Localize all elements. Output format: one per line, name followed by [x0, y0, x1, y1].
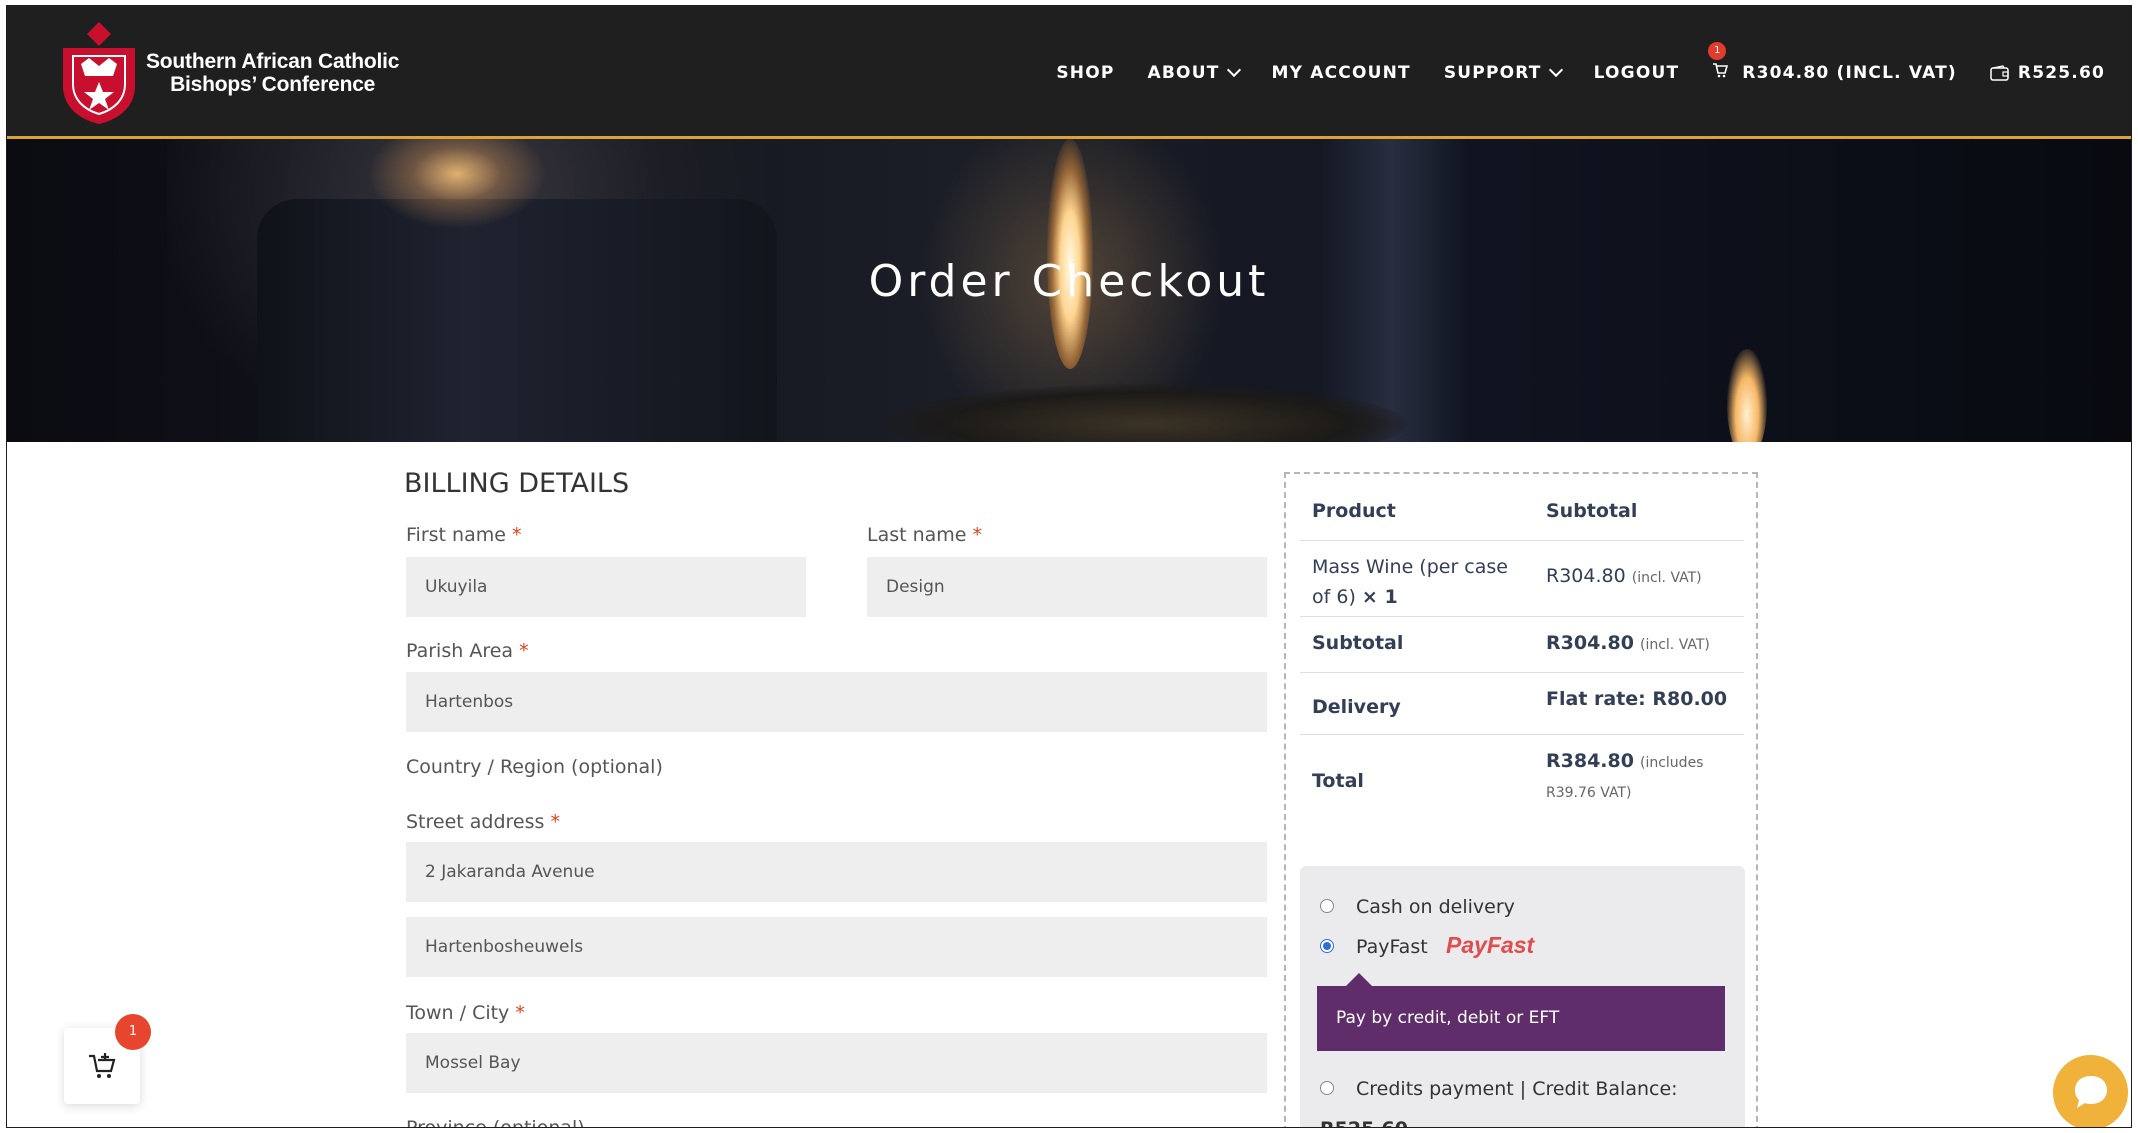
total-note-line2: R39.76 VAT): [1546, 785, 1632, 801]
payfast-description: Pay by credit, debit or EFT: [1317, 986, 1725, 1051]
chevron-down-icon: [1226, 62, 1241, 78]
order-delivery-row: Delivery Flat rate: R80.00: [1300, 672, 1744, 735]
parish-area-label: Parish Area *: [406, 640, 529, 662]
first-name-label-text: First name: [406, 524, 506, 546]
parish-area-field[interactable]: Hartenbos: [406, 672, 1267, 732]
required-mark: *: [511, 524, 522, 546]
first-name-label: First name *: [406, 524, 521, 546]
incl-vat-note: (incl. VAT): [1640, 637, 1710, 653]
hero-candle-left: [257, 199, 777, 442]
country-region-label: Country / Region (optional): [406, 756, 663, 778]
cart-count-badge: 1: [1708, 42, 1727, 60]
page-title: Order Checkout: [868, 256, 1270, 307]
sacbc-logo[interactable]: [59, 20, 139, 126]
required-mark: *: [550, 811, 560, 833]
total-note-line1: (includes: [1640, 755, 1704, 771]
total-value: R384.80 (includes R39.76 VAT): [1546, 746, 1703, 808]
hero-flame: [1047, 139, 1093, 369]
subtotal-amount: R304.80: [1546, 632, 1634, 654]
payment-methods: Cash on delivery PayFast PayFast Pay by …: [1300, 866, 1745, 1127]
last-name-field[interactable]: Design: [867, 557, 1267, 617]
required-mark: *: [972, 524, 983, 546]
cart-icon-glyph: [1713, 63, 1729, 78]
order-item-name-part2: of 6): [1312, 586, 1356, 608]
add-to-cart-icon: [89, 1053, 116, 1078]
nav-cart[interactable]: 1 R304.80 (INCL. VAT): [1708, 42, 1957, 83]
cart-icon: 1: [1708, 42, 1729, 83]
hero-flame-right: [1727, 349, 1767, 442]
brand-name[interactable]: Southern African Catholic Bishops’ Confe…: [146, 50, 399, 96]
brand-name-line2: Bishops’ Conference: [170, 73, 376, 96]
credits-label[interactable]: Credits payment | Credit Balance:: [1356, 1078, 1678, 1100]
order-item-name-line1: Mass Wine (per case: [1312, 556, 1508, 578]
nav-about[interactable]: ABOUT: [1147, 62, 1241, 83]
main-nav: SHOP ABOUT MY ACCOUNT SUPPORT LOGOUT 1 R…: [1023, 42, 2105, 83]
first-name-field[interactable]: Ukuyila: [406, 557, 806, 617]
total-label: Total: [1312, 770, 1364, 792]
province-label: Province (optional): [406, 1117, 585, 1128]
nav-support[interactable]: SUPPORT: [1443, 62, 1563, 83]
order-summary: Product Subtotal Mass Wine (per case of …: [1284, 472, 1758, 1127]
cod-label[interactable]: Cash on delivery: [1356, 896, 1515, 918]
town-city-label: Town / City *: [406, 1002, 525, 1024]
wallet-balance: R525.60: [2017, 62, 2105, 83]
subtotal-value: R304.80 (incl. VAT): [1546, 632, 1710, 654]
billing-details-heading: BILLING DETAILS: [404, 468, 630, 499]
order-item-price: R304.80 (incl. VAT): [1546, 565, 1702, 587]
cart-total: R304.80 (INCL. VAT): [1742, 62, 1957, 83]
last-name-label-text: Last name: [867, 524, 967, 546]
wallet-icon: [1990, 64, 2009, 81]
required-mark: *: [519, 640, 529, 662]
nav-my-account[interactable]: MY ACCOUNT: [1272, 63, 1411, 83]
order-header-row: Product Subtotal: [1300, 474, 1744, 541]
payfast-logo: PayFast: [1446, 932, 1535, 958]
chevron-down-icon: [1548, 62, 1563, 78]
brand-name-line1: Southern African Catholic: [146, 50, 400, 73]
order-item-name-line2: of 6) × 1: [1312, 582, 1508, 612]
street-address-field-1[interactable]: 2 Jakaranda Avenue: [406, 842, 1267, 902]
payfast-label[interactable]: PayFast: [1356, 936, 1428, 958]
last-name-label: Last name *: [867, 524, 982, 546]
street-address-label-text: Street address: [406, 811, 545, 833]
nav-shop[interactable]: SHOP: [1056, 63, 1114, 83]
credits-radio[interactable]: [1320, 1081, 1334, 1095]
order-item-qty: × 1: [1361, 586, 1398, 608]
order-item-name: Mass Wine (per case of 6) × 1: [1312, 552, 1508, 612]
nav-wallet[interactable]: R525.60: [1990, 63, 2105, 83]
payfast-desc-arrow: [1345, 973, 1373, 987]
incl-vat-note: (incl. VAT): [1631, 570, 1702, 586]
col-product: Product: [1312, 500, 1396, 522]
col-subtotal: Subtotal: [1546, 500, 1638, 522]
delivery-label: Delivery: [1312, 696, 1401, 718]
delivery-value: Flat rate: R80.00: [1546, 688, 1728, 710]
order-total-row: Total R384.80 (includes R39.76 VAT): [1300, 734, 1744, 834]
chat-button[interactable]: [2053, 1055, 2128, 1127]
nav-logout[interactable]: LOGOUT: [1594, 63, 1680, 83]
town-city-field[interactable]: Mossel Bay: [406, 1033, 1267, 1093]
subtotal-label: Subtotal: [1312, 632, 1404, 654]
total-amount: R384.80: [1546, 750, 1634, 772]
payfast-radio[interactable]: [1320, 939, 1334, 953]
hero-candle-glow: [367, 139, 547, 229]
street-address-field-2[interactable]: Hartenbosheuwels: [406, 917, 1267, 977]
parish-area-label-text: Parish Area: [406, 640, 514, 662]
floating-cart-badge: 1: [115, 1014, 151, 1050]
required-mark: *: [515, 1002, 525, 1024]
order-subtotal-row: Subtotal R304.80 (incl. VAT): [1300, 616, 1744, 673]
cod-radio[interactable]: [1320, 899, 1334, 913]
browser-viewport: Southern African Catholic Bishops’ Confe…: [6, 5, 2132, 1128]
order-item-row: Mass Wine (per case of 6) × 1 R304.80 (i…: [1300, 540, 1744, 617]
chat-bubble-icon: [2075, 1076, 2107, 1108]
street-address-label: Street address *: [406, 811, 560, 833]
site-header: Southern African Catholic Bishops’ Confe…: [7, 6, 2131, 139]
hero-banner: Order Checkout: [7, 139, 2131, 442]
order-item-price-value: R304.80: [1546, 565, 1626, 587]
nav-about-label: ABOUT: [1147, 62, 1220, 83]
town-city-label-text: Town / City: [406, 1002, 510, 1024]
credit-balance: R525.60: [1320, 1118, 1408, 1127]
nav-support-label: SUPPORT: [1443, 62, 1542, 83]
